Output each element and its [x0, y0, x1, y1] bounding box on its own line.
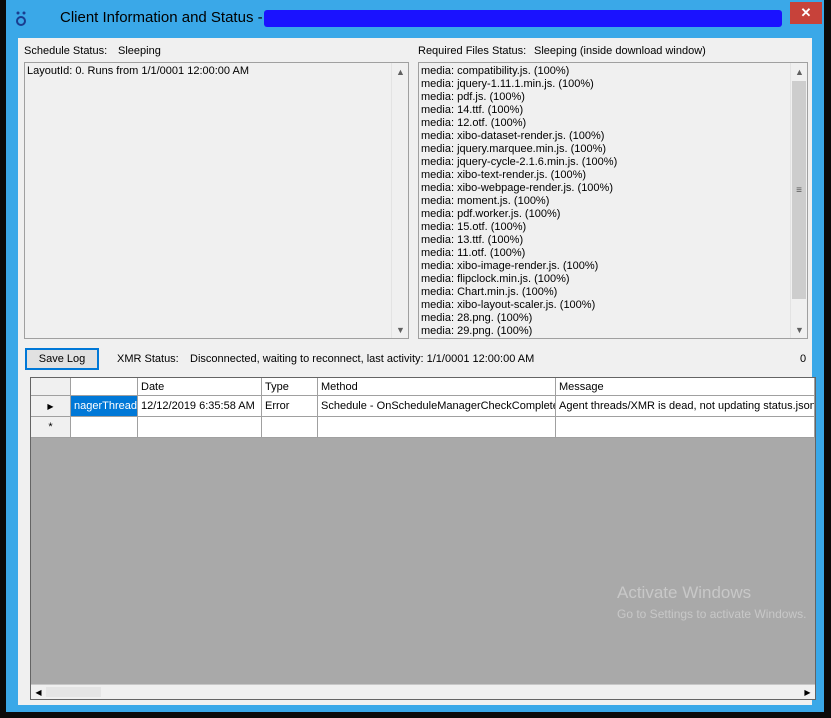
required-file-item[interactable]: media: jquery-1.11.1.min.js. (100%): [421, 78, 617, 91]
column-header-message[interactable]: Message: [556, 378, 815, 396]
required-file-item[interactable]: media: Chart.min.js. (100%): [421, 286, 617, 299]
schedule-log-listbox[interactable]: LayoutId: 0. Runs from 1/1/0001 12:00:00…: [24, 62, 409, 339]
grid-horizontal-scrollbar[interactable]: ◀ ▶: [31, 684, 815, 699]
cell-message[interactable]: Agent threads/XMR is dead, not updating …: [556, 396, 815, 417]
grip-icon: ≡: [796, 184, 802, 196]
schedule-vertical-scrollbar[interactable]: ▲ ▼: [391, 63, 408, 338]
required-files-value: Sleeping (inside download window): [534, 45, 706, 57]
scroll-up-icon[interactable]: ▲: [791, 63, 807, 80]
log-grid[interactable]: Date Type Method Message ▶ nagerThread 1…: [30, 377, 816, 700]
xmr-status-value: Disconnected, waiting to reconnect, last…: [190, 353, 535, 365]
required-files-lines: media: compatibility.js. (100%) media: jq…: [421, 65, 617, 338]
required-file-item[interactable]: media: 13.ttf. (100%): [421, 234, 617, 247]
new-cell-message[interactable]: [556, 417, 815, 438]
required-file-item[interactable]: media: 14.ttf. (100%): [421, 104, 617, 117]
required-file-item[interactable]: media: xibo-image-render.js. (100%): [421, 260, 617, 273]
scroll-right-icon[interactable]: ▶: [800, 685, 815, 699]
required-file-item[interactable]: media: flipclock.min.js. (100%): [421, 273, 617, 286]
watermark-subtitle: Go to Settings to activate Windows.: [617, 607, 807, 621]
scroll-left-icon[interactable]: ◀: [31, 685, 46, 699]
xmr-count: 0: [800, 353, 807, 365]
grid-header-row: Date Type Method Message: [31, 378, 815, 396]
scroll-down-icon[interactable]: ▼: [392, 321, 408, 338]
required-files-label: Required Files Status:: [418, 45, 527, 57]
column-header-type[interactable]: Type: [262, 378, 318, 396]
schedule-line[interactable]: LayoutId: 0. Runs from 1/1/0001 12:00:00…: [27, 65, 249, 78]
new-cell-type[interactable]: [262, 417, 318, 438]
close-icon: ✕: [800, 5, 812, 20]
required-file-item[interactable]: media: pdf.worker.js. (100%): [421, 208, 617, 221]
table-row[interactable]: ▶ nagerThread 12/12/2019 6:35:58 AM Erro…: [31, 396, 815, 417]
grid-corner-header[interactable]: [31, 378, 71, 396]
required-file-item[interactable]: media: xibo-dataset-render.js. (100%): [421, 130, 617, 143]
files-vertical-scrollbar[interactable]: ▲ ≡ ▼: [790, 63, 807, 338]
title-bar[interactable]: Client Information and Status - ✕: [6, 0, 824, 38]
column-header-date[interactable]: Date: [138, 378, 262, 396]
cell-date[interactable]: 12/12/2019 6:35:58 AM: [138, 396, 262, 417]
required-file-item[interactable]: media: 11.otf. (100%): [421, 247, 617, 260]
window-title: Client Information and Status -: [60, 9, 263, 26]
schedule-status-label: Schedule Status:: [24, 45, 108, 57]
redacted-title-text: [264, 10, 782, 27]
column-header-method[interactable]: Method: [318, 378, 556, 396]
required-file-item[interactable]: media: 12.otf. (100%): [421, 117, 617, 130]
row-selector-new[interactable]: *: [31, 417, 71, 438]
required-file-item[interactable]: media: xibo-text-render.js. (100%): [421, 169, 617, 182]
scroll-up-icon[interactable]: ▲: [392, 63, 408, 80]
column-header-thread[interactable]: [71, 378, 138, 396]
required-file-item[interactable]: media: 28.png. (100%): [421, 312, 617, 325]
required-file-item[interactable]: media: jquery.marquee.min.js. (100%): [421, 143, 617, 156]
new-cell-method[interactable]: [318, 417, 556, 438]
required-file-item[interactable]: media: xibo-webpage-render.js. (100%): [421, 182, 617, 195]
new-cell-date[interactable]: [138, 417, 262, 438]
required-file-item[interactable]: media: 15.otf. (100%): [421, 221, 617, 234]
window-client-area: Schedule Status: Sleeping LayoutId: 0. R…: [18, 38, 816, 705]
new-row[interactable]: *: [31, 417, 815, 438]
scroll-down-icon[interactable]: ▼: [791, 321, 807, 338]
close-button[interactable]: ✕: [790, 2, 822, 24]
cell-thread[interactable]: nagerThread: [71, 396, 138, 417]
schedule-status-value: Sleeping: [118, 45, 161, 57]
required-file-item[interactable]: media: jquery-cycle-2.1.6.min.js. (100%): [421, 156, 617, 169]
xmr-status-label: XMR Status:: [117, 353, 179, 365]
required-file-item[interactable]: media: 29.png. (100%): [421, 325, 617, 338]
watermark-title: Activate Windows: [617, 583, 752, 602]
cell-method[interactable]: Schedule - OnScheduleManagerCheckComplet…: [318, 396, 556, 417]
client-info-window: Client Information and Status - ✕ Schedu…: [6, 0, 824, 712]
schedule-lines: LayoutId: 0. Runs from 1/1/0001 12:00:00…: [27, 65, 249, 78]
save-log-button[interactable]: Save Log: [25, 348, 99, 370]
required-file-item[interactable]: media: compatibility.js. (100%): [421, 65, 617, 78]
required-file-item[interactable]: media: pdf.js. (100%): [421, 91, 617, 104]
horizontal-scroll-thumb[interactable]: [46, 687, 101, 697]
required-file-item[interactable]: media: xibo-layout-scaler.js. (100%): [421, 299, 617, 312]
current-row-icon: ▶: [47, 401, 54, 411]
scroll-thumb[interactable]: ≡: [792, 81, 806, 299]
cell-type[interactable]: Error: [262, 396, 318, 417]
app-icon: [16, 11, 26, 26]
required-files-listbox[interactable]: media: compatibility.js. (100%) media: jq…: [418, 62, 808, 339]
new-row-icon: *: [48, 421, 53, 433]
row-selector-current[interactable]: ▶: [31, 396, 71, 417]
new-cell-thread[interactable]: [71, 417, 138, 438]
required-file-item[interactable]: media: moment.js. (100%): [421, 195, 617, 208]
